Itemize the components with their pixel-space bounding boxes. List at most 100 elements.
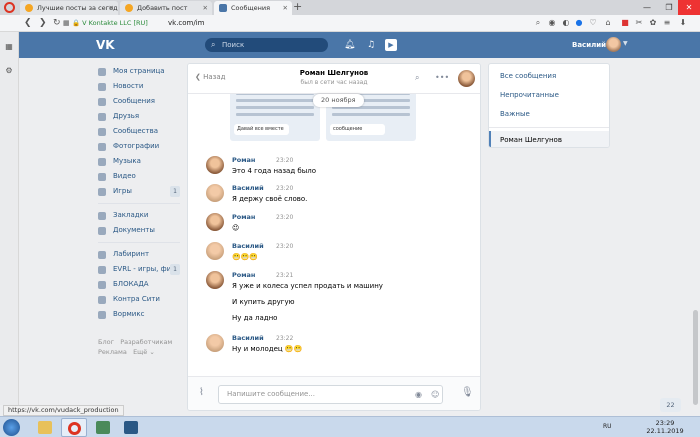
basket-icon[interactable]: ⌂	[603, 18, 613, 28]
scrollbar-thumb[interactable]	[693, 310, 698, 405]
chat-header: ❮ Назад Роман Шелгунов был в сети час на…	[188, 64, 480, 94]
vpn-icon[interactable]: ◐	[561, 18, 571, 28]
camera-icon[interactable]: ◉	[415, 388, 422, 401]
footer-link-blog[interactable]: Блог	[98, 338, 114, 346]
translate-icon[interactable]: ✿	[648, 18, 658, 28]
speed-dial-icon[interactable]: ▦	[63, 17, 70, 30]
menu-item-news[interactable]: Новости	[98, 79, 180, 94]
peer-avatar[interactable]	[458, 70, 475, 87]
taskbar-explorer[interactable]	[32, 418, 58, 437]
avatar[interactable]	[606, 37, 621, 52]
footer-link-more[interactable]: Ещё ⌄	[133, 348, 155, 356]
menu-item-my-page[interactable]: Моя страница	[98, 64, 180, 79]
back-icon[interactable]: ❮	[24, 17, 32, 30]
menu-item-documents[interactable]: Документы	[98, 223, 180, 238]
settings-gear-icon[interactable]: ⚙	[4, 66, 14, 76]
menu-item-friends[interactable]: Друзья	[98, 109, 180, 124]
avatar[interactable]	[206, 242, 224, 260]
tab-messages[interactable]: Сообщения ✕	[214, 1, 292, 15]
user-name[interactable]: Василий	[572, 40, 606, 50]
app-icon	[124, 421, 138, 434]
message-text: Это 4 года назад было	[232, 167, 317, 175]
menu-divider	[98, 242, 180, 243]
search-icon[interactable]: ⌕	[415, 73, 419, 83]
bookmark-heart-icon[interactable]: ♡	[588, 18, 598, 28]
menu-item-labyrinth[interactable]: Лабиринт	[98, 247, 180, 262]
app-icon	[96, 421, 110, 434]
menu-icon[interactable]: ≡	[662, 18, 672, 28]
dialog-filter-panel: Все сообщения Непрочитанные Важные Роман…	[488, 63, 610, 148]
taskbar-app-2[interactable]	[118, 418, 144, 437]
url-field[interactable]: vk.com/im	[168, 18, 205, 29]
avatar[interactable]	[206, 271, 224, 289]
forwarded-screenshot-left[interactable]: Давай все вместе	[230, 88, 320, 141]
start-button[interactable]	[3, 419, 20, 436]
menu-item-communities[interactable]: Сообщества	[98, 124, 180, 139]
avatar[interactable]	[206, 156, 224, 174]
search-icon: ⌕	[211, 40, 216, 49]
footer-link-developers[interactable]: Разработчикам	[120, 338, 172, 346]
system-clock[interactable]: 23:29 22.11.2019	[640, 419, 690, 435]
taskbar-app-1[interactable]	[90, 418, 116, 437]
menu-item-wormix[interactable]: Вормикс	[98, 307, 180, 322]
video-icon	[98, 173, 106, 181]
avatar[interactable]	[206, 334, 224, 352]
restore-button[interactable]: ❐	[658, 0, 680, 15]
menu-item-music[interactable]: Музыка	[98, 154, 180, 169]
menu-item-photos[interactable]: Фотографии	[98, 139, 180, 154]
vk-logo-icon[interactable]: VK	[96, 37, 115, 53]
avatar[interactable]	[206, 213, 224, 231]
filter-important[interactable]: Важные	[489, 105, 609, 124]
speed-dial-sidebar-icon[interactable]: ▦	[4, 42, 14, 52]
opera-logo-icon[interactable]	[4, 2, 15, 13]
menu-item-bookmarks[interactable]: Закладки	[98, 208, 180, 223]
avatar[interactable]	[206, 184, 224, 202]
menu-item-evrl[interactable]: EVRL - игры, фи... 1	[98, 262, 180, 277]
page-scrollbar[interactable]	[693, 58, 698, 405]
snapshot-icon[interactable]: ✂	[634, 18, 644, 28]
microphone-icon[interactable]: 🎙︎	[461, 387, 474, 398]
menu-item-blokada[interactable]: БЛОКАДА	[98, 277, 180, 292]
close-tab-icon[interactable]: ✕	[109, 1, 114, 15]
filter-unread[interactable]: Непрочитанные	[489, 86, 609, 105]
menu-item-video[interactable]: Видео	[98, 169, 180, 184]
chevron-down-icon[interactable]: ▼	[623, 40, 628, 47]
adblock-icon[interactable]: ■	[620, 18, 630, 28]
attach-paperclip-icon[interactable]: ⌇	[199, 387, 204, 398]
taskbar-opera[interactable]	[61, 418, 87, 437]
search-input[interactable]: ⌕ Поиск	[205, 38, 328, 52]
message-composer: ⌇ Напишите сообщение... ◉ ☺ 🎙︎	[188, 376, 480, 410]
unread-counter-badge[interactable]: 22	[660, 398, 681, 412]
selected-dialog[interactable]: Роман Шелгунов	[489, 131, 609, 147]
message-input[interactable]: Напишите сообщение... ◉ ☺	[218, 385, 443, 404]
menu-item-messages[interactable]: Сообщения	[98, 94, 180, 109]
menu-item-games[interactable]: Игры 1	[98, 184, 180, 199]
date-separator: 20 ноября	[313, 94, 364, 107]
forward-icon[interactable]: ❯	[39, 17, 47, 30]
footer-link-ads[interactable]: Реклама	[98, 348, 127, 356]
reload-icon[interactable]: ↻	[53, 17, 61, 30]
emoji-icon[interactable]: ☺	[431, 388, 439, 401]
tab-add-post[interactable]: Добавить пост ✕	[120, 1, 212, 15]
close-window-button[interactable]: ✕	[678, 0, 700, 15]
menu-item-contra-city[interactable]: Контра Сити	[98, 292, 180, 307]
music-icon[interactable]: ♫	[367, 39, 375, 51]
notifications-bell-icon[interactable]: 🔔︎	[344, 39, 355, 51]
folder-icon	[38, 421, 52, 434]
tab-best-posts[interactable]: Лучшие посты за сегодн ✕	[20, 1, 118, 15]
play-icon[interactable]: ▶	[385, 39, 397, 51]
close-tab-icon[interactable]: ✕	[203, 1, 208, 15]
site-security-badge[interactable]: 🔒 V Kontakte LLC [RU]	[72, 18, 148, 29]
app-icon	[98, 311, 106, 319]
language-indicator[interactable]: RU	[603, 423, 612, 430]
more-icon[interactable]: •••	[435, 73, 449, 83]
download-icon[interactable]: ⬇	[678, 18, 688, 28]
close-tab-icon[interactable]: ✕	[283, 1, 288, 15]
home-icon	[98, 68, 106, 76]
search-icon[interactable]: ⌕	[533, 18, 543, 28]
filter-all-messages[interactable]: Все сообщения	[489, 67, 609, 86]
extension-icon[interactable]: ●	[574, 18, 584, 28]
minimize-button[interactable]: —	[636, 0, 658, 15]
camera-icon[interactable]: ◉	[547, 18, 557, 28]
new-tab-button[interactable]: +	[293, 0, 302, 14]
